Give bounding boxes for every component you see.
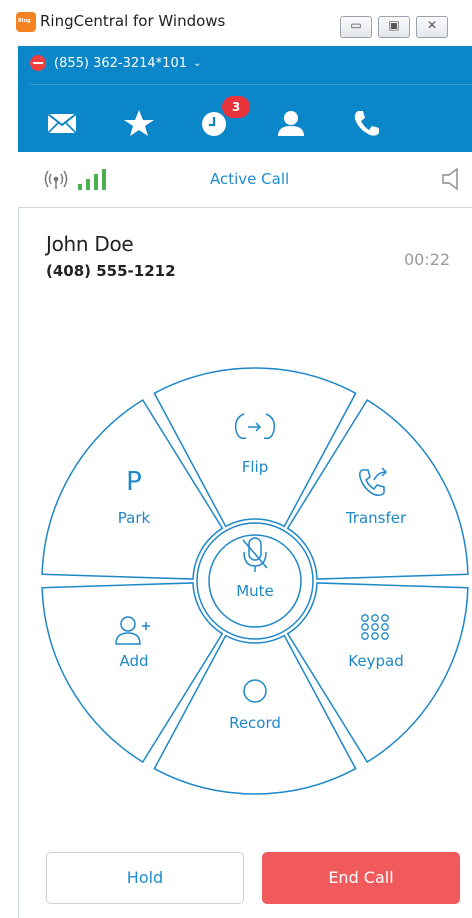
signal-bar [94,174,98,190]
record-label: Record [229,714,281,732]
presence-selector[interactable]: (855) 362-3214*101 ⌄ [30,55,201,71]
messages-icon[interactable] [46,108,80,138]
park-icon: P [126,467,142,497]
call-control-wheel: Mute Flip Transfer P Park Add Keypad Rec… [41,367,469,795]
signal-bar [78,184,82,190]
signal-bar [86,179,90,190]
window-title: RingCentral for Windows [40,12,226,30]
keypad-label: Keypad [348,652,403,670]
active-call-label: Active Call [210,170,290,188]
close-icon: ✕ [426,18,438,32]
speaker-icon[interactable] [440,166,464,192]
end-call-button[interactable]: End Call [262,852,460,904]
caller-name: John Doe [46,232,134,256]
signal-bar [102,169,106,190]
maximize-icon: ▣ [388,18,400,32]
minimize-icon: ▭ [350,18,362,32]
mute-button[interactable] [208,534,302,628]
app-window: RingCentral for Windows ▭ ▣ ✕ (855) 362-… [0,0,472,918]
call-timer: 00:22 [404,250,451,269]
hold-button[interactable]: Hold [46,852,244,904]
presence-number: (855) 362-3214*101 [54,55,187,71]
maximize-button[interactable]: ▣ [378,16,410,38]
contacts-icon[interactable] [274,108,308,138]
favorites-star-icon[interactable] [122,108,156,138]
flip-label: Flip [242,458,268,476]
mute-label: Mute [236,582,274,600]
close-button[interactable]: ✕ [416,16,448,38]
missed-calls-badge: 3 [222,96,250,118]
caller-number: (408) 555-1212 [46,262,176,280]
header-divider [30,84,472,85]
signal-strength-icon [78,169,106,190]
phone-icon[interactable] [350,108,384,138]
ringcentral-logo-icon [16,12,36,32]
wifi-broadcast-icon [44,170,68,189]
park-label: Park [118,509,151,527]
minimize-button[interactable]: ▭ [340,16,372,38]
chevron-down-icon: ⌄ [193,57,202,69]
add-label: Add [119,652,148,670]
transfer-label: Transfer [345,509,407,527]
do-not-disturb-icon [30,55,46,71]
